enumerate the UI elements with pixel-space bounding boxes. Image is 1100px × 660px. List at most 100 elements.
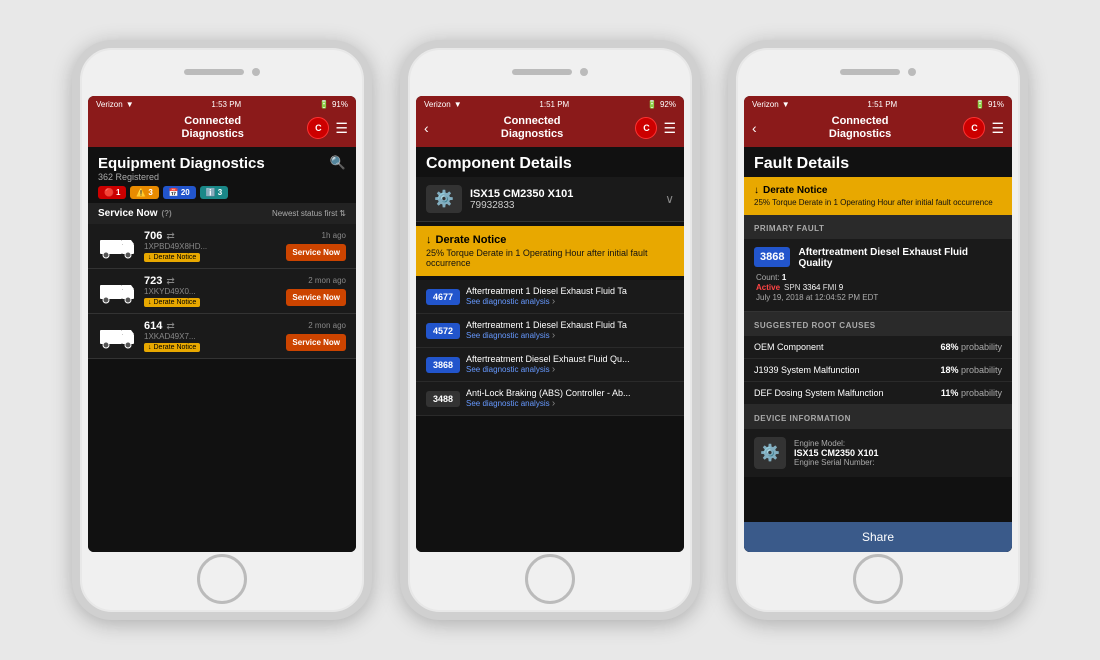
fault-code-0: 4677: [426, 289, 460, 305]
status-bar-3: Verizon ▼ 1:51 PM 🔋 91%: [744, 96, 1012, 113]
status-bar-1: Verizon ▼ 1:53 PM 🔋 91%: [88, 96, 356, 113]
derate-badge-1: ↓Derate Notice: [144, 298, 200, 307]
component-vehicle-box[interactable]: ⚙️ ISX15 CM2350 X101 79932833 ∨: [416, 177, 684, 222]
service-now-btn-2[interactable]: Service Now: [286, 334, 346, 351]
battery-3: 🔋 91%: [975, 100, 1004, 109]
derate-title-s3: ↓ Derate Notice: [754, 185, 1002, 196]
back-button-2[interactable]: ‹: [424, 120, 429, 136]
root-cause-item-1[interactable]: J1939 System Malfunction 18% probability: [744, 359, 1012, 382]
pf-details: Count: 1 Active SPN 3364 FMI 9 July 19,: [754, 273, 1002, 302]
fault-item-2[interactable]: 3868 Aftertreatment Diesel Exhaust Fluid…: [416, 348, 684, 382]
carrier-2: Verizon ▼: [424, 100, 462, 109]
side-button-right-3: [1024, 178, 1028, 214]
time-3: 1:51 PM: [867, 100, 897, 109]
vehicle-item-2[interactable]: 614 ⇄ 1XKAD49X7... ↓Derate Notice 2 mon …: [88, 314, 356, 359]
screen3-content: Fault Details ↓ Derate Notice 25% Torque…: [744, 147, 1012, 552]
equipment-header: Equipment Diagnostics 362 Registered 🔍: [88, 147, 356, 186]
equipment-subtitle: 362 Registered: [98, 172, 265, 182]
camera-2: [580, 68, 588, 76]
side-buttons-left-3: [728, 148, 732, 258]
header-icons-1: C ☰: [307, 117, 348, 139]
power-btn-2[interactable]: [696, 178, 700, 214]
sort-label[interactable]: Newest status first ⇅: [272, 209, 346, 218]
truck-icon-0: [98, 232, 138, 260]
fault-item-3[interactable]: 3488 Anti-Lock Braking (ABS) Controller …: [416, 382, 684, 416]
home-button-2[interactable]: [525, 554, 575, 604]
volume-up-btn-2[interactable]: [400, 178, 404, 214]
filter-tab-calendar[interactable]: 📅20: [163, 186, 196, 199]
speaker-2: [512, 69, 572, 75]
carrier-3: Verizon ▼: [752, 100, 790, 109]
derate-notice-2: ↓ Derate Notice 25% Torque Derate in 1 O…: [416, 226, 684, 276]
service-now-btn-0[interactable]: Service Now: [286, 244, 346, 261]
pf-count: Count: 1: [756, 273, 1002, 282]
side-btn: [72, 148, 76, 170]
derate-badge-0: ↓Derate Notice: [144, 253, 200, 262]
fault-details-title: Fault Details: [744, 147, 1012, 177]
service-now-label: Service Now (?): [98, 208, 172, 219]
engine-icon-2: ⚙️: [426, 185, 462, 213]
hamburger-icon-1[interactable]: ☰: [335, 120, 348, 137]
share-button[interactable]: Share: [744, 522, 1012, 552]
root-causes-section-header: SUGGESTED ROOT CAUSES: [744, 312, 1012, 336]
cummins-logo-2: C: [635, 117, 657, 139]
filter-tab-red[interactable]: 🔴1: [98, 186, 126, 199]
service-now-btn-1[interactable]: Service Now: [286, 289, 346, 306]
chevron-down-2[interactable]: ∨: [665, 192, 674, 206]
primary-fault-section-header: PRIMARY FAULT: [744, 215, 1012, 239]
root-cause-item-2[interactable]: DEF Dosing System Malfunction 11% probab…: [744, 382, 1012, 405]
device-info-box: ⚙️ Engine Model: ISX15 CM2350 X101 Engin…: [744, 429, 1012, 477]
home-button-1[interactable]: [197, 554, 247, 604]
speaker-1: [184, 69, 244, 75]
cummins-logo-3: C: [963, 117, 985, 139]
screen1-content: Equipment Diagnostics 362 Registered 🔍 🔴…: [88, 147, 356, 552]
vehicle-info-1: 723 ⇄ 1XKYD49X0... ↓Derate Notice: [144, 275, 280, 307]
root-cause-item-0[interactable]: OEM Component 68% probability: [744, 336, 1012, 359]
cummins-logo-1: C: [307, 117, 329, 139]
volume-down-btn-3[interactable]: [728, 222, 732, 258]
fault-item-1[interactable]: 4572 Aftertreatment 1 Diesel Exhaust Flu…: [416, 314, 684, 348]
battery-2: 🔋 92%: [647, 100, 676, 109]
vehicle-item-1[interactable]: 723 ⇄ 1XKYD49X0... ↓Derate Notice 2 mon …: [88, 269, 356, 314]
hamburger-icon-2[interactable]: ☰: [663, 120, 676, 137]
volume-down-btn[interactable]: [72, 222, 76, 258]
fault-code-3: 3488: [426, 391, 460, 407]
equipment-title: Equipment Diagnostics: [98, 155, 265, 172]
app-header-3: ‹ Connected Diagnostics C ☰: [744, 113, 1012, 147]
phone-2: Verizon ▼ 1:51 PM 🔋 92% ‹ Connected Diag…: [400, 40, 700, 620]
service-now-header: Service Now (?) Newest status first ⇅: [88, 203, 356, 224]
header-icons-3: C ☰: [963, 117, 1004, 139]
truck-icon-1: [98, 277, 138, 305]
home-button-3[interactable]: [853, 554, 903, 604]
pf-code: 3868: [754, 247, 790, 267]
app-title-3: Connected Diagnostics: [829, 115, 891, 141]
side-btn-3: [728, 148, 732, 170]
phone-1: Verizon ▼ 1:53 PM 🔋 91% Connected Diagno…: [72, 40, 372, 620]
filter-tab-info[interactable]: ℹ️3: [200, 186, 228, 199]
fault-item-0[interactable]: 4677 Aftertreatment 1 Diesel Exhaust Flu…: [416, 280, 684, 314]
phone-screen-2: Verizon ▼ 1:51 PM 🔋 92% ‹ Connected Diag…: [416, 96, 684, 552]
volume-up-btn[interactable]: [72, 178, 76, 214]
camera-1: [252, 68, 260, 76]
vehicle-item-0[interactable]: 706 ⇄ 1XPBD49X8HD... ↓Derate Notice 1h a…: [88, 224, 356, 269]
side-button-right-1: [368, 178, 372, 214]
power-btn-3[interactable]: [1024, 178, 1028, 214]
engine-thumb: ⚙️: [754, 437, 786, 469]
power-btn[interactable]: [368, 178, 372, 214]
derate-badge-2: ↓Derate Notice: [144, 343, 200, 352]
side-btn-2: [400, 148, 404, 170]
filter-tab-yellow[interactable]: ⚠️3: [130, 186, 158, 199]
pf-top: 3868 Aftertreatment Diesel Exhaust Fluid…: [754, 247, 1002, 269]
phone-3: Verizon ▼ 1:51 PM 🔋 91% ‹ Connected Diag…: [728, 40, 1028, 620]
search-icon-1[interactable]: 🔍: [330, 155, 346, 171]
filter-tabs: 🔴1 ⚠️3 📅20 ℹ️3: [88, 186, 356, 199]
volume-down-btn-2[interactable]: [400, 222, 404, 258]
phone-top-bar-1: [80, 48, 364, 96]
speaker-3: [840, 69, 900, 75]
back-button-3[interactable]: ‹: [752, 120, 757, 136]
hamburger-icon-3[interactable]: ☰: [991, 120, 1004, 137]
app-header-2: ‹ Connected Diagnostics C ☰: [416, 113, 684, 147]
primary-fault-box: 3868 Aftertreatment Diesel Exhaust Fluid…: [744, 239, 1012, 312]
volume-up-btn-3[interactable]: [728, 178, 732, 214]
time-2: 1:51 PM: [539, 100, 569, 109]
